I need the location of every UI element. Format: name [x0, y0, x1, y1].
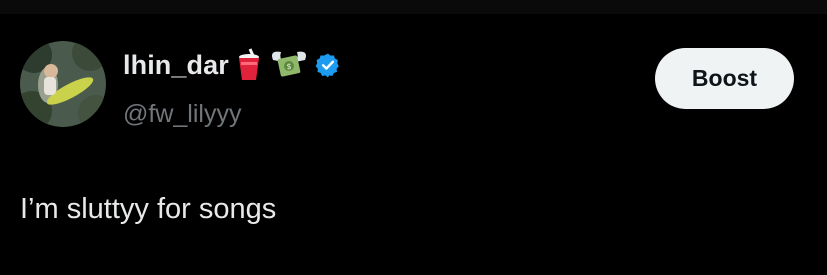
author-handle[interactable]: @fw_lilyyy [123, 100, 241, 129]
author-display-name[interactable]: lhin_dar [123, 50, 229, 81]
post-text: I’m sluttyy for songs [20, 193, 277, 225]
top-edge-bar [0, 0, 827, 14]
avatar[interactable] [20, 41, 106, 127]
cup-with-straw-icon [235, 48, 263, 82]
verified-badge-icon [315, 52, 341, 78]
boost-button[interactable]: Boost [655, 48, 794, 109]
svg-text:$: $ [286, 62, 291, 71]
post-card[interactable]: lhin_dar $ @fw_lilyyy Boost I’m sluttyy … [0, 14, 827, 275]
money-with-wings-icon: $ [269, 48, 309, 82]
author-name-row: lhin_dar $ [123, 48, 341, 82]
